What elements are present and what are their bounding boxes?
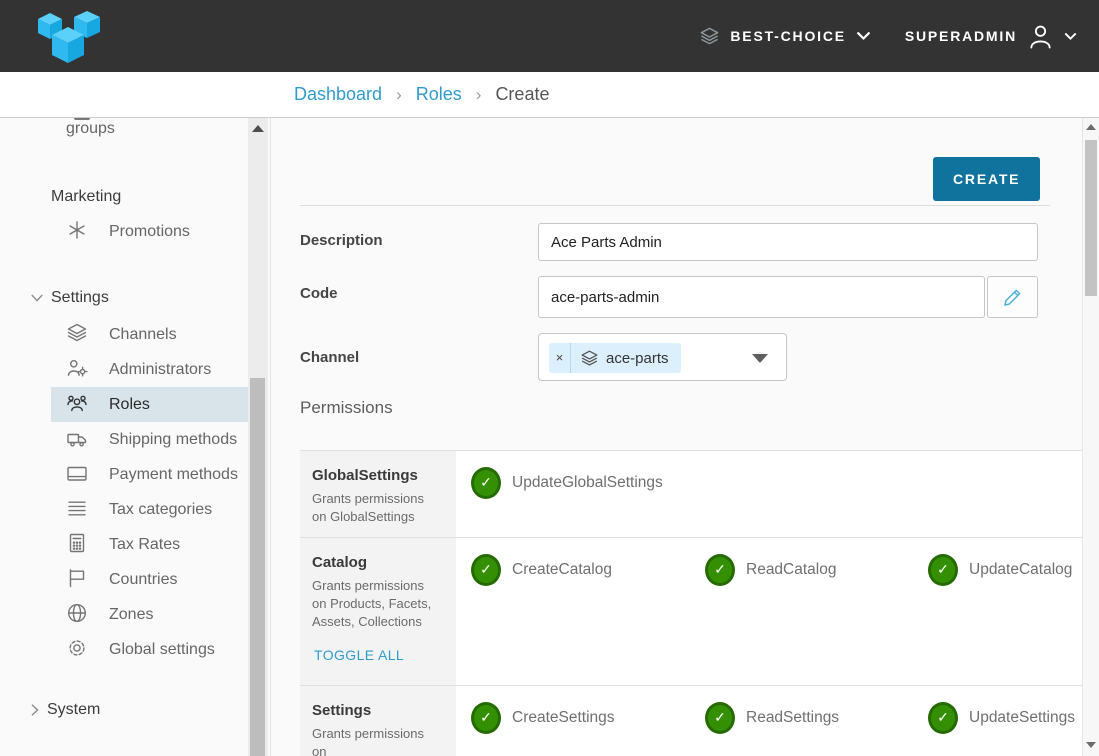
app-window: BEST-CHOICE SUPERADMIN Dashboard › <box>0 0 1099 756</box>
users-icon <box>66 392 88 414</box>
toggle-all-button[interactable]: TOGGLE ALL <box>314 647 404 663</box>
dropdown-caret-icon <box>752 354 768 363</box>
vendure-logo <box>30 8 106 64</box>
sidebar-item-shipping-methods[interactable]: Shipping methods <box>51 422 248 457</box>
scroll-up-arrow[interactable] <box>1086 124 1096 130</box>
checked-toggle-icon <box>471 467 501 499</box>
layers-icon <box>66 322 88 344</box>
description-input[interactable] <box>538 223 1038 261</box>
sidebar-section-system[interactable]: System <box>30 699 248 721</box>
sidebar-nav: groups Marketing Promotions Settings Cha… <box>0 118 248 756</box>
username-label: SUPERADMIN <box>905 28 1017 44</box>
form-divider <box>300 205 1050 206</box>
chevron-down-icon <box>1064 32 1077 41</box>
globe-icon <box>66 602 88 624</box>
permission-group-description: Grants permissions on <box>312 725 440 756</box>
permissions-heading: Permissions <box>300 398 393 418</box>
credit-card-icon <box>66 462 88 484</box>
truck-icon <box>66 427 88 449</box>
breadcrumb-dashboard[interactable]: Dashboard <box>294 84 382 105</box>
content-scrollbar[interactable] <box>1082 118 1099 756</box>
checked-toggle-icon <box>928 702 958 734</box>
channel-select[interactable]: × ace-parts <box>538 333 787 381</box>
permission-row-globalsettings: GlobalSettings Grants permissions on Glo… <box>300 450 1082 537</box>
permission-row-settings: Settings Grants permissions on CreateSet… <box>300 685 1082 756</box>
channel-switcher[interactable]: BEST-CHOICE <box>699 26 870 47</box>
list-icon <box>66 497 88 519</box>
role-create-form: CREATE Description Code Channel × <box>270 118 1082 756</box>
permission-group-description: Grants permissions on GlobalSettings <box>312 490 440 526</box>
sidebar-item-countries[interactable]: Countries <box>51 562 248 597</box>
scroll-down-arrow[interactable] <box>1086 742 1096 748</box>
layers-icon <box>580 349 599 368</box>
breadcrumb: Dashboard › Roles › Create <box>294 84 549 105</box>
sidebar-item-payment-methods[interactable]: Payment methods <box>51 457 248 492</box>
remove-chip-button[interactable]: × <box>549 343 571 373</box>
sidebar-item-tax-categories[interactable]: Tax categories <box>51 492 248 527</box>
chevron-right-icon <box>30 703 40 717</box>
checked-toggle-icon <box>928 554 958 586</box>
permission-group-description: Grants permissions on Products, Facets, … <box>312 577 440 631</box>
code-input[interactable] <box>538 276 985 318</box>
clipped-icon-fragment <box>74 118 90 120</box>
breadcrumb-roles[interactable]: Roles <box>416 84 462 105</box>
sidebar-item-global-settings[interactable]: Global settings <box>51 632 248 667</box>
breadcrumb-separator: › <box>476 85 482 105</box>
channel-chip-label: ace-parts <box>606 350 669 367</box>
sidebar-item-customer-groups-partial[interactable]: groups <box>51 118 248 140</box>
breadcrumb-current: Create <box>495 84 549 105</box>
description-label: Description <box>300 232 383 249</box>
permission-checkbox-updatecatalog[interactable]: UpdateCatalog <box>928 554 1072 586</box>
checked-toggle-icon <box>705 554 735 586</box>
layers-icon <box>699 26 720 47</box>
checked-toggle-icon <box>705 702 735 734</box>
sidebar-scrollbar-thumb[interactable] <box>250 378 265 756</box>
user-icon <box>1027 23 1054 50</box>
permission-checkbox-readcatalog[interactable]: ReadCatalog <box>705 554 836 586</box>
user-menu[interactable]: SUPERADMIN <box>905 23 1077 50</box>
sidebar-item-channels[interactable]: Channels <box>51 317 248 352</box>
channel-label: Channel <box>300 349 359 366</box>
sidebar-item-zones[interactable]: Zones <box>51 597 248 632</box>
sidebar-scrollbar[interactable] <box>248 118 268 756</box>
channel-chip: × ace-parts <box>549 343 681 373</box>
permission-group-title: Catalog <box>312 554 444 571</box>
chevron-down-icon <box>856 31 871 41</box>
flag-icon <box>66 567 88 589</box>
administrator-icon <box>66 357 88 379</box>
permission-group-title: Settings <box>312 702 444 719</box>
permission-checkbox-createcatalog[interactable]: CreateCatalog <box>471 554 612 586</box>
asterisk-icon <box>66 219 88 241</box>
top-bar: BEST-CHOICE SUPERADMIN <box>0 0 1099 72</box>
code-label: Code <box>300 285 338 302</box>
sidebar-item-administrators[interactable]: Administrators <box>51 352 248 387</box>
chevron-down-icon <box>30 293 44 303</box>
breadcrumb-separator: › <box>396 85 402 105</box>
checked-toggle-icon <box>471 702 501 734</box>
breadcrumb-bar: Dashboard › Roles › Create <box>0 72 1099 118</box>
cog-icon <box>66 637 88 659</box>
permission-row-catalog: Catalog Grants permissions on Products, … <box>300 537 1082 685</box>
active-channel-label: BEST-CHOICE <box>730 28 845 44</box>
checked-toggle-icon <box>471 554 501 586</box>
pencil-icon <box>1002 287 1023 308</box>
permissions-table: GlobalSettings Grants permissions on Glo… <box>300 450 1082 756</box>
sidebar-item-tax-rates[interactable]: Tax Rates <box>51 527 248 562</box>
permission-checkbox-updateglobalsettings[interactable]: UpdateGlobalSettings <box>471 467 663 499</box>
scroll-up-arrow[interactable] <box>252 125 264 132</box>
sidebar-section-marketing: Marketing <box>51 182 248 208</box>
content-scrollbar-thumb[interactable] <box>1085 140 1097 296</box>
permission-group-title: GlobalSettings <box>312 467 444 484</box>
edit-code-button[interactable] <box>987 276 1038 318</box>
permission-checkbox-updatesettings[interactable]: UpdateSettings <box>928 702 1075 734</box>
calculator-icon <box>66 532 88 554</box>
permission-checkbox-readsettings[interactable]: ReadSettings <box>705 702 839 734</box>
sidebar-item-roles[interactable]: Roles <box>51 387 248 422</box>
sidebar-section-settings[interactable]: Settings <box>30 287 248 309</box>
permission-checkbox-createsettings[interactable]: CreateSettings <box>471 702 615 734</box>
sidebar-item-promotions[interactable]: Promotions <box>51 214 248 249</box>
create-button[interactable]: CREATE <box>933 157 1040 201</box>
